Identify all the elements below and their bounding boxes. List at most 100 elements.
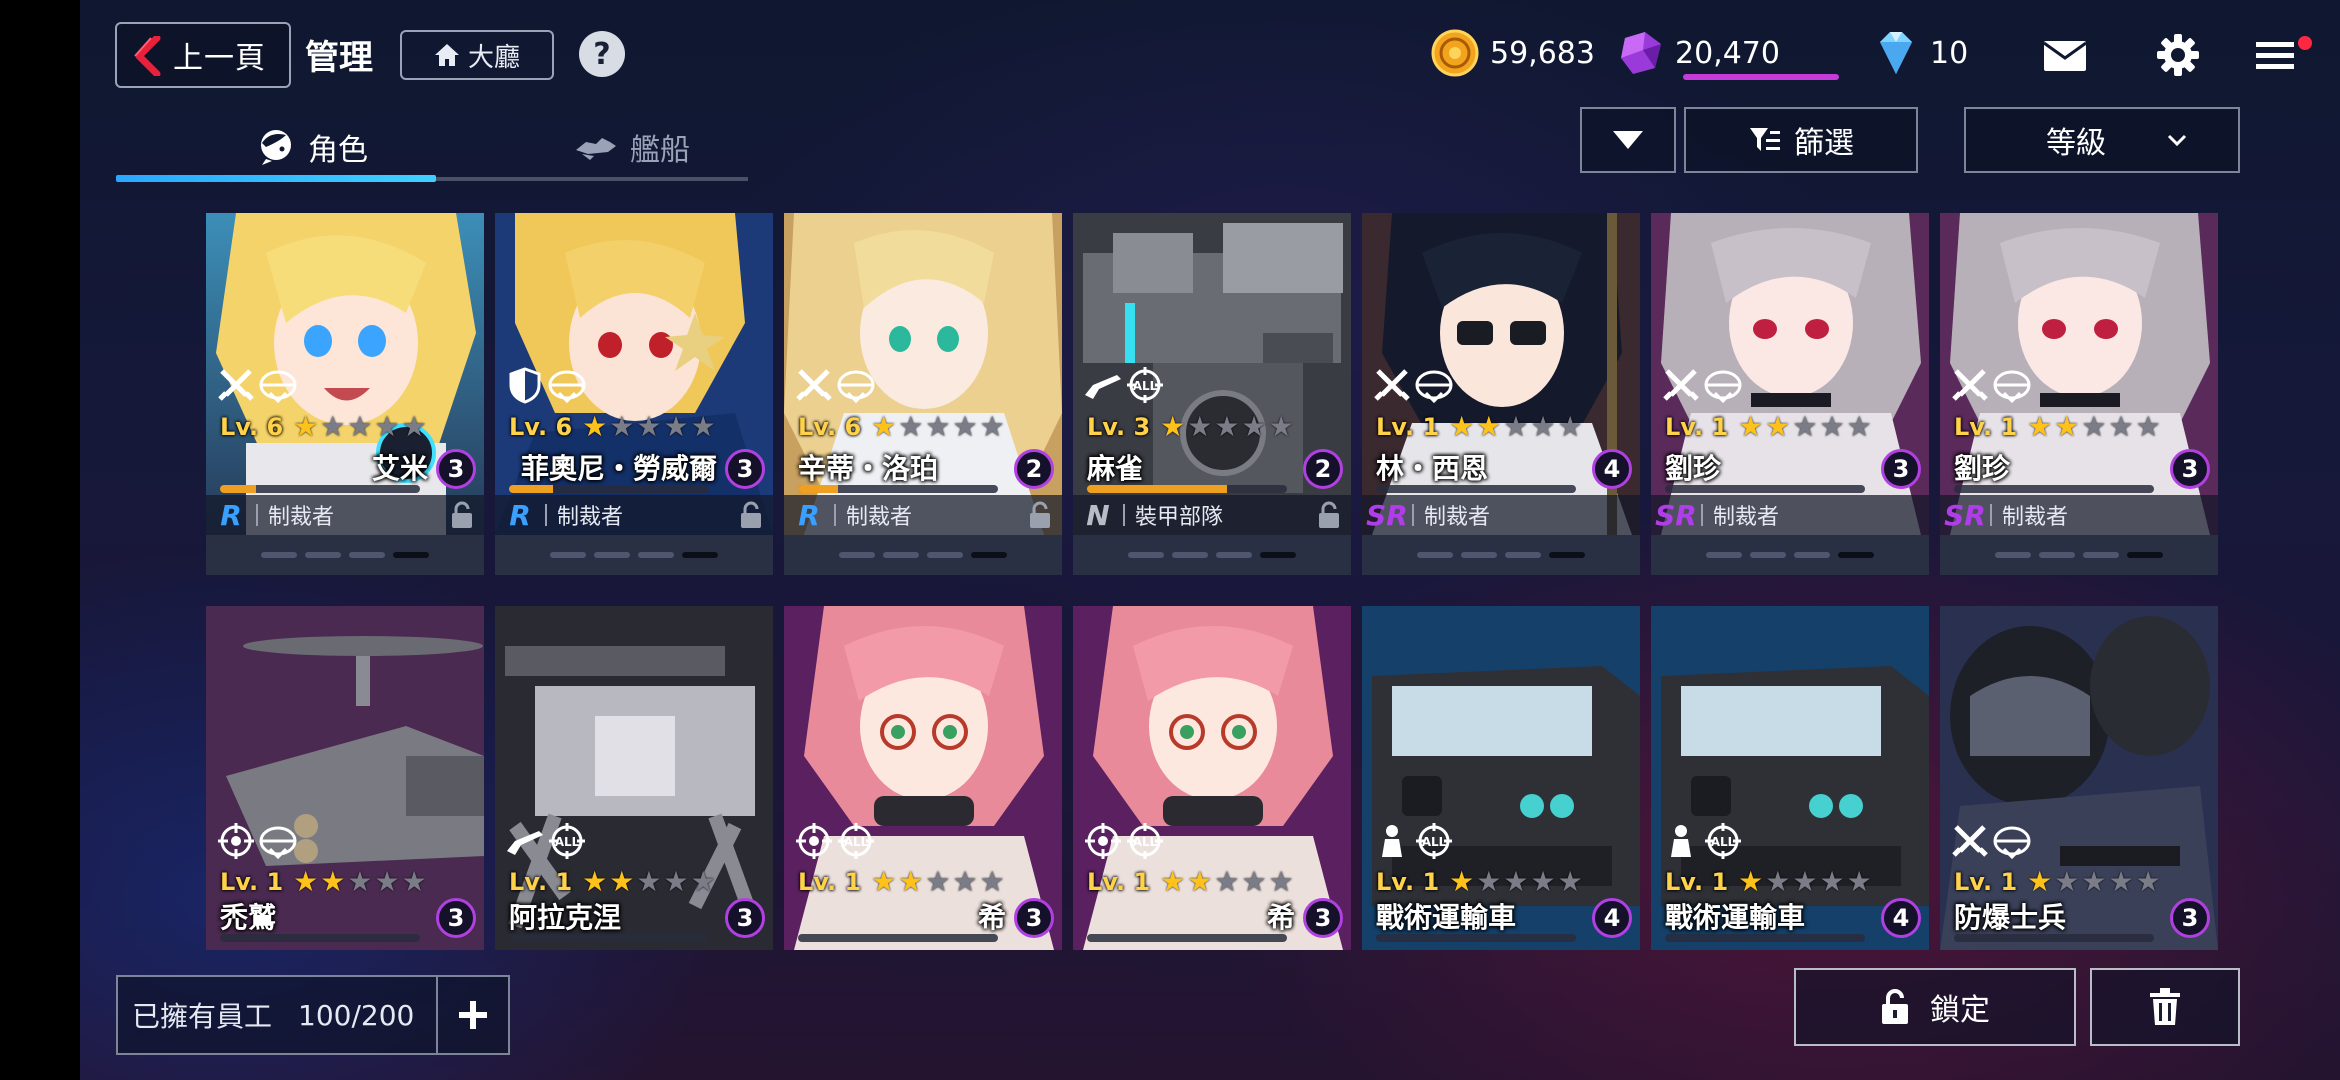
crossed-swords-icon [796, 369, 832, 401]
star-empty-icon: ★ [979, 865, 1005, 898]
character-portrait [1073, 606, 1351, 950]
info-strip: R 制裁者 [784, 495, 1062, 535]
star-rating: ★ ★ ★ ★ ★ [1160, 413, 1294, 441]
menu-icon[interactable] [2250, 30, 2300, 80]
svg-text:ALL: ALL [1711, 835, 1736, 849]
info-strip: SR 制裁者 [1651, 495, 1929, 535]
role-icons [1372, 365, 1454, 405]
tab-characters[interactable]: 角色 [256, 115, 368, 179]
level-label: Lv. 1 [1954, 868, 2018, 896]
rarity-badge: N [1086, 498, 1110, 532]
gem-bar [1683, 74, 1839, 80]
tab-active-indicator [116, 175, 436, 182]
star-empty-icon: ★ [2108, 410, 2134, 443]
cost-badge: 3 [1014, 898, 1054, 938]
crossed-swords-icon [218, 369, 254, 401]
mail-icon[interactable] [2040, 30, 2090, 80]
lock-icon[interactable] [739, 501, 763, 529]
star-empty-icon: ★ [690, 865, 716, 898]
separator [1701, 504, 1703, 526]
lock-icon[interactable] [1317, 501, 1341, 529]
card-character[interactable]: Lv. 6 ★ ★ ★ ★ ★ 辛蒂・洛珀 2 R 制裁者 [784, 213, 1062, 575]
star-rating: ★ ★ ★ ★ ★ [1738, 868, 1872, 896]
card-character[interactable]: Lv. 1 ★ ★ ★ ★ ★ 劉珍 3 SR 制裁者 [1651, 213, 1929, 575]
card-character[interactable]: ALL Lv. 1 ★ ★ ★ ★ ★ 戰術運輸車 4 [1651, 606, 1929, 950]
character-name: 希 [977, 901, 1006, 934]
card-character[interactable]: Lv. 1 ★ ★ ★ ★ ★ 劉珍 3 SR 制裁者 [1940, 213, 2218, 575]
star-empty-icon: ★ [374, 410, 400, 443]
exp-bar [509, 485, 709, 493]
sort-select[interactable]: 等級 [1964, 107, 2240, 173]
card-character[interactable]: Lv. 1 ★ ★ ★ ★ ★ 禿鷲 3 [206, 606, 484, 950]
star-filled-icon: ★ [293, 410, 319, 443]
role-icons [794, 365, 876, 405]
star-empty-icon: ★ [2081, 410, 2107, 443]
card-character[interactable]: ALL Lv. 1 ★ ★ ★ ★ ★ 希 3 [784, 606, 1062, 950]
separator [256, 504, 258, 526]
lobby-button[interactable]: 大廳 [400, 30, 554, 80]
level-row: Lv. 1 ★ ★ ★ ★ ★ [1954, 410, 2161, 443]
role-icons [1950, 365, 2032, 405]
level-label: Lv. 1 [798, 868, 862, 896]
sort-direction-button[interactable] [1580, 107, 1676, 173]
star-filled-icon: ★ [1160, 410, 1186, 443]
card-character[interactable]: ALL Lv. 1 ★ ★ ★ ★ ★ 希 3 [1073, 606, 1351, 950]
cost-badge: 4 [1881, 898, 1921, 938]
faction-label: 制裁者 [1713, 505, 1780, 530]
target-helmet-icon [259, 370, 297, 404]
star-filled-icon: ★ [320, 865, 346, 898]
target-helmet-icon [1993, 370, 2031, 404]
star-filled-icon: ★ [1476, 410, 1502, 443]
faction-label: 制裁者 [2002, 505, 2069, 530]
star-rating: ★ ★ ★ ★ ★ [582, 868, 716, 896]
star-empty-icon: ★ [1268, 865, 1294, 898]
star-empty-icon: ★ [1792, 410, 1818, 443]
card-character[interactable]: ALL Lv. 1 ★ ★ ★ ★ ★ 戰術運輸車 4 [1362, 606, 1640, 950]
info-strip: N 裝甲部隊 [1073, 495, 1351, 535]
faction-label: 制裁者 [268, 505, 335, 530]
lock-icon[interactable] [450, 501, 474, 529]
level-label: Lv. 3 [1087, 413, 1151, 441]
star-empty-icon: ★ [1187, 410, 1213, 443]
delete-button[interactable] [2090, 968, 2240, 1046]
expand-capacity-button[interactable] [438, 977, 508, 1053]
card-character[interactable]: Lv. 1 ★ ★ ★ ★ ★ 防爆士兵 3 [1940, 606, 2218, 950]
exp-bar [1665, 934, 1865, 942]
level-label: Lv. 1 [1954, 413, 2018, 441]
lock-button[interactable]: 鎖定 [1794, 968, 2076, 1046]
card-character[interactable]: ALL Lv. 3 ★ ★ ★ ★ ★ 麻雀 2 N 裝甲部隊 [1073, 213, 1351, 575]
crossed-swords-icon [1663, 369, 1699, 401]
filter-button[interactable]: 篩選 [1684, 107, 1918, 173]
help-button[interactable]: ? [579, 31, 625, 77]
exp-bar [1954, 934, 2154, 942]
info-strip: R 制裁者 [206, 495, 484, 535]
cost-badge: 3 [2170, 898, 2210, 938]
role-icons [216, 365, 298, 405]
gear-icon[interactable] [2153, 30, 2203, 80]
sort-select-value: 等級 [2046, 126, 2106, 161]
character-name: 辛蒂・洛珀 [798, 452, 939, 485]
lock-icon[interactable] [1028, 501, 1052, 529]
star-filled-icon: ★ [1449, 410, 1475, 443]
all-target-icon: ALL [549, 823, 585, 859]
level-label: Lv. 6 [220, 413, 284, 441]
back-button[interactable]: 上一頁 [115, 22, 291, 88]
separator [1990, 504, 1992, 526]
star-empty-icon: ★ [401, 410, 427, 443]
tab-ships[interactable]: 艦船 [574, 115, 690, 179]
card-character[interactable]: Lv. 6 ★ ★ ★ ★ ★ 菲奧尼・勞威爾 3 R 制裁者 [495, 213, 773, 575]
star-filled-icon: ★ [609, 865, 635, 898]
card-character[interactable]: ALL Lv. 1 ★ ★ ★ ★ ★ 阿拉克涅 3 [495, 606, 773, 950]
faction-label: 制裁者 [846, 505, 913, 530]
back-button-label: 上一頁 [173, 41, 266, 76]
svg-text:ALL: ALL [844, 835, 869, 849]
star-filled-icon: ★ [871, 865, 897, 898]
card-character[interactable]: Lv. 6 ★ ★ ★ ★ ★ 艾米 3 R 制裁者 [206, 213, 484, 575]
level-label: Lv. 1 [1665, 868, 1729, 896]
star-rating: ★ ★ ★ ★ ★ [871, 868, 1005, 896]
card-footer [1362, 535, 1640, 575]
card-character[interactable]: Lv. 1 ★ ★ ★ ★ ★ 林・西恩 4 SR 制裁者 [1362, 213, 1640, 575]
star-empty-icon: ★ [636, 410, 662, 443]
target-helmet-icon [1704, 370, 1742, 404]
character-name: 希 [1266, 901, 1295, 934]
